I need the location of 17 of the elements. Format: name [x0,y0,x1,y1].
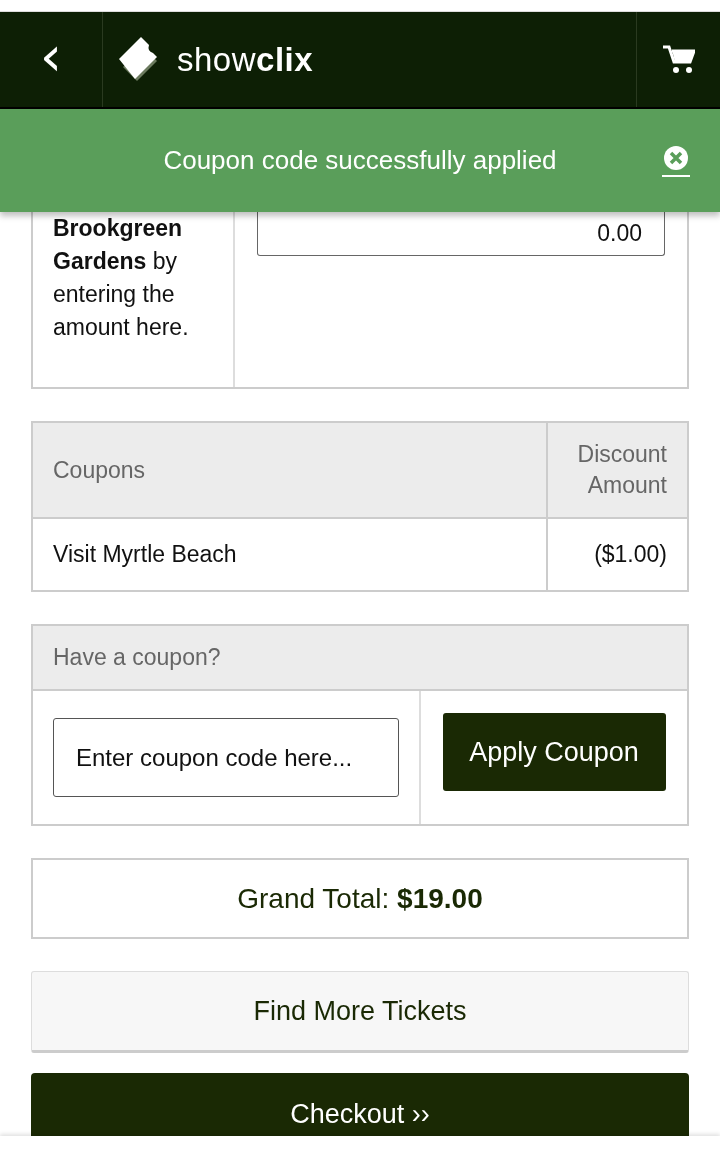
close-button[interactable] [662,145,690,177]
close-icon [663,145,689,171]
coupon-code-field[interactable]: Enter coupon code here... [53,718,399,797]
toast-message: Coupon code successfully applied [163,145,557,176]
coupon-heading: Have a coupon? [33,626,687,691]
logo-text: showclix [177,40,314,79]
donation-text: Brookgreen Gardens by entering the amount here. [33,212,235,387]
amount-field[interactable]: 0.00 [257,212,665,256]
table-cell: ($1.00) [546,519,687,590]
checkout-button[interactable]: Checkout ›› [31,1073,689,1136]
column-header: Coupons [52,455,147,485]
apply-coupon-button[interactable]: Apply Coupon [442,713,666,791]
table-cell-text: Visit Myrtle Beach [52,540,238,569]
back-button[interactable]: ‹ [0,12,103,107]
find-more-tickets-button[interactable]: Find More Tickets [31,971,689,1053]
grand-total: Grand Total: $19.00 [31,858,689,939]
cart-icon [662,44,695,75]
